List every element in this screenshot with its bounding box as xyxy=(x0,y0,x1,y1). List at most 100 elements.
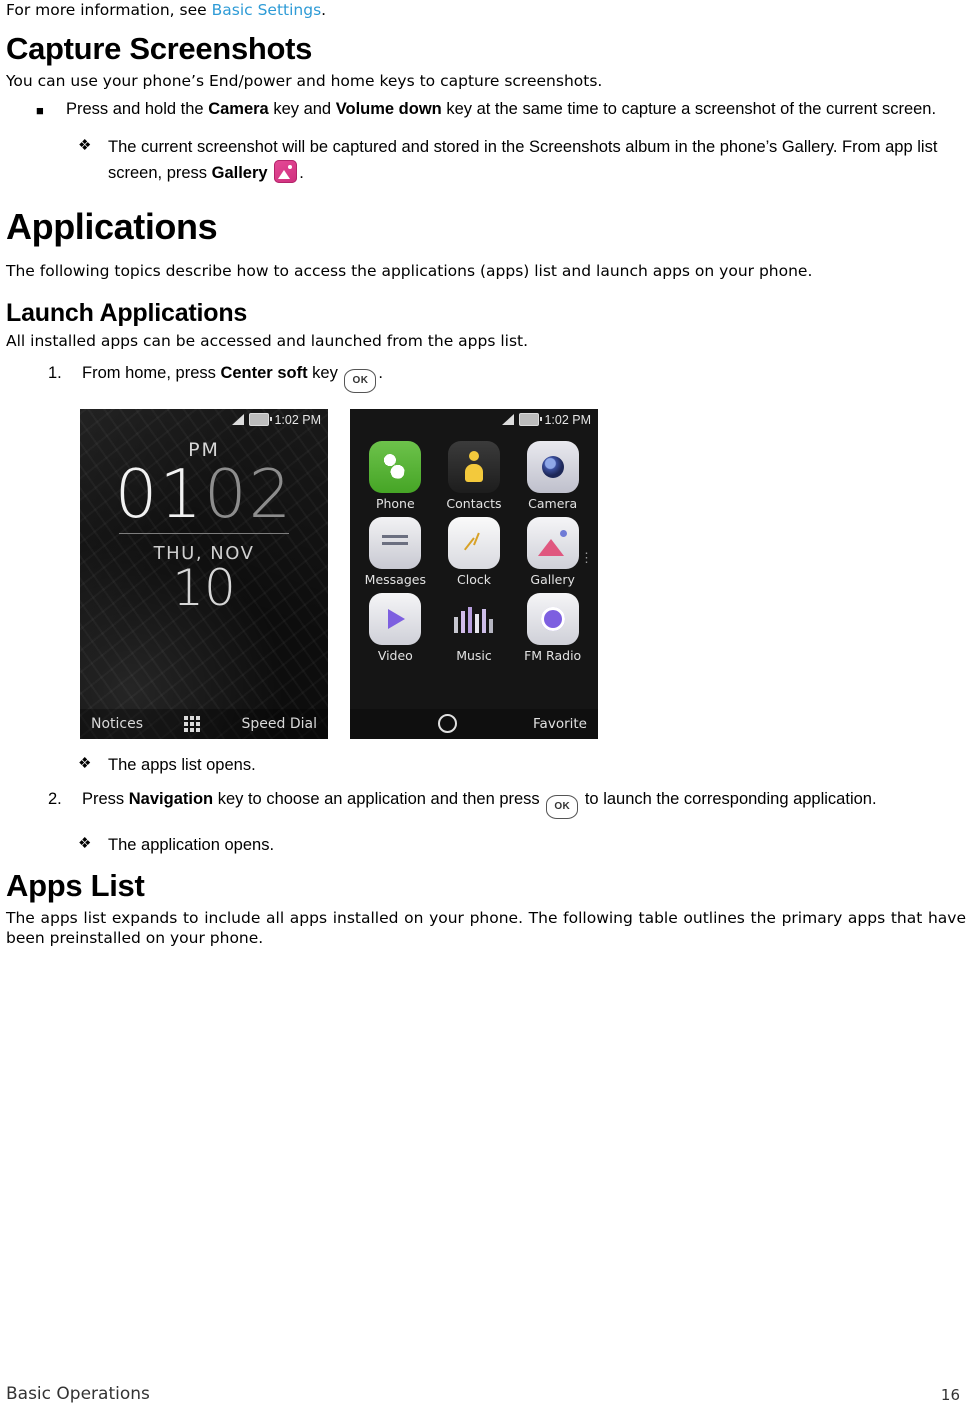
heading-launch-applications: Launch Applications xyxy=(6,298,248,327)
gallery-bold-label: Gallery xyxy=(211,163,268,182)
navigation-key-label: Navigation xyxy=(128,789,214,808)
scroll-dots-icon: ⋮ xyxy=(580,549,593,565)
launch-result-1-text: The apps list opens. xyxy=(108,755,256,774)
center-soft-key-label: Center soft xyxy=(220,363,308,382)
step-2-part-2: key to choose an application and then pr… xyxy=(213,789,545,808)
app-label: Gallery xyxy=(530,571,575,587)
home-screen-screenshot: 1:02 PM PM 0102 THU, NOV 10 Notices Spee… xyxy=(80,408,328,739)
fm-radio-icon xyxy=(526,592,579,645)
heading-applications: Applications xyxy=(6,206,218,248)
home-circle-icon[interactable] xyxy=(437,714,457,734)
app-label: Music xyxy=(456,647,492,663)
page-content: For more information, see Basic Settings… xyxy=(0,0,974,948)
capture-result-text: The current screenshot will be captured … xyxy=(108,135,966,186)
capture-bullet-part-1: Press and hold the xyxy=(66,100,209,118)
home-status-bar: 1:02 PM xyxy=(80,409,328,431)
diamond-bullet-icon: ❖ xyxy=(78,834,92,852)
camera-icon xyxy=(526,440,579,493)
footer-section-label: Basic Operations xyxy=(6,1384,150,1404)
page-footer: Basic Operations 16 xyxy=(0,1384,974,1404)
capture-lead: You can use your phone’s End/power and h… xyxy=(6,71,603,90)
step-1-part-1: From home, press xyxy=(82,363,221,382)
document-page: For more information, see Basic Settings… xyxy=(0,0,974,1420)
app-label: Messages xyxy=(364,571,426,587)
launch-step-2: 2. Press Navigation key to choose an app… xyxy=(6,788,966,819)
volume-down-key-label: Volume down xyxy=(335,100,442,118)
phone-icon xyxy=(369,440,422,493)
signal-icon xyxy=(502,414,515,426)
apps-soft-key-bar: Favorite xyxy=(350,708,598,739)
home-clock: 0102 xyxy=(80,460,328,527)
footer-page-number: 16 xyxy=(940,1386,960,1404)
phone-screenshots: 1:02 PM PM 0102 THU, NOV 10 Notices Spee… xyxy=(80,408,966,739)
app-item-messages[interactable]: Messages xyxy=(356,516,435,587)
intro-prefix: For more information, see xyxy=(6,1,212,19)
step-2-number: 2. xyxy=(48,789,62,808)
app-grid-icon[interactable] xyxy=(184,715,201,732)
home-soft-key-bar: Notices Speed Dial xyxy=(80,708,328,739)
app-label: Contacts xyxy=(446,495,502,511)
messages-icon xyxy=(369,516,422,569)
app-label: Video xyxy=(377,647,413,663)
app-label: Camera xyxy=(528,495,578,511)
app-label: FM Radio xyxy=(524,647,582,663)
capture-bullet-text: Press and hold the Camera key and Volume… xyxy=(66,99,966,121)
launch-lead: All installed apps can be accessed and l… xyxy=(6,332,529,351)
clock-icon xyxy=(447,516,500,569)
signal-icon xyxy=(232,414,245,426)
step-2-part-1: Press xyxy=(82,789,129,808)
app-item-fm-radio[interactable]: FM Radio xyxy=(513,592,592,663)
step-2-part-3: to launch the corresponding application. xyxy=(580,789,877,808)
launch-result-2-text: The application opens. xyxy=(108,835,275,854)
app-item-camera[interactable]: Camera xyxy=(513,440,592,511)
ok-key-icon: OK xyxy=(546,794,579,819)
diamond-bullet-icon: ❖ xyxy=(78,754,92,772)
basic-settings-link[interactable]: Basic Settings xyxy=(212,1,322,19)
home-soft-left-label[interactable]: Notices xyxy=(91,716,143,732)
capture-bullet: ■ Press and hold the Camera key and Volu… xyxy=(6,99,966,121)
step-1-text: From home, press Center soft key OK. xyxy=(82,362,966,393)
launch-result-1: ❖ The apps list opens. xyxy=(6,753,966,778)
apps-list-lead: The apps list expands to include all app… xyxy=(6,908,966,947)
contacts-icon xyxy=(447,440,500,493)
app-label: Phone xyxy=(375,495,415,511)
home-soft-right-label[interactable]: Speed Dial xyxy=(242,716,317,732)
applications-lead: The following topics describe how to acc… xyxy=(6,262,813,281)
app-item-contacts[interactable]: Contacts xyxy=(435,440,514,511)
capture-bullet-part-3: key and xyxy=(268,100,336,118)
heading-capture-screenshots: Capture Screenshots xyxy=(6,31,313,67)
app-item-phone[interactable]: Phone xyxy=(356,440,435,511)
home-clock-hours: 01 xyxy=(114,454,204,533)
step-1-number: 1. xyxy=(48,363,62,382)
diamond-bullet-icon: ❖ xyxy=(78,136,92,154)
capture-result: ❖ The current screenshot will be capture… xyxy=(6,135,966,186)
home-status-time: 1:02 PM xyxy=(274,412,321,427)
home-clock-minutes: 02 xyxy=(204,454,294,533)
app-item-clock[interactable]: Clock xyxy=(435,516,514,587)
app-item-video[interactable]: Video xyxy=(356,592,435,663)
square-bullet-icon: ■ xyxy=(36,103,44,118)
gallery-icon xyxy=(274,159,298,183)
gallery-icon xyxy=(526,516,579,569)
intro-line: For more information, see Basic Settings… xyxy=(6,0,966,20)
battery-icon xyxy=(249,413,272,427)
heading-apps-list: Apps List xyxy=(6,868,145,904)
app-item-music[interactable]: Music xyxy=(435,593,514,663)
step-1-part-3: . xyxy=(378,363,384,382)
ok-key-icon: OK xyxy=(344,368,377,393)
home-day-number: 10 xyxy=(172,558,236,617)
camera-key-label: Camera xyxy=(208,100,269,118)
launch-step-1: 1. From home, press Center soft key OK. xyxy=(6,362,966,393)
launch-result-2: ❖ The application opens. xyxy=(6,833,966,858)
battery-icon xyxy=(519,413,542,427)
step-2-text: Press Navigation key to choose an applic… xyxy=(82,788,966,819)
video-icon xyxy=(369,592,422,645)
apps-status-time: 1:02 PM xyxy=(544,412,591,427)
apps-list-screenshot: 1:02 PM Phone Contacts Camera Messages C… xyxy=(350,408,598,739)
step-1-part-2: key xyxy=(307,363,343,382)
app-label: Clock xyxy=(457,571,491,587)
apps-status-bar: 1:02 PM xyxy=(350,409,598,431)
capture-bullet-part-5: key at the same time to capture a screen… xyxy=(441,100,937,118)
apps-soft-right-label[interactable]: Favorite xyxy=(533,716,587,732)
music-icon xyxy=(448,593,500,645)
